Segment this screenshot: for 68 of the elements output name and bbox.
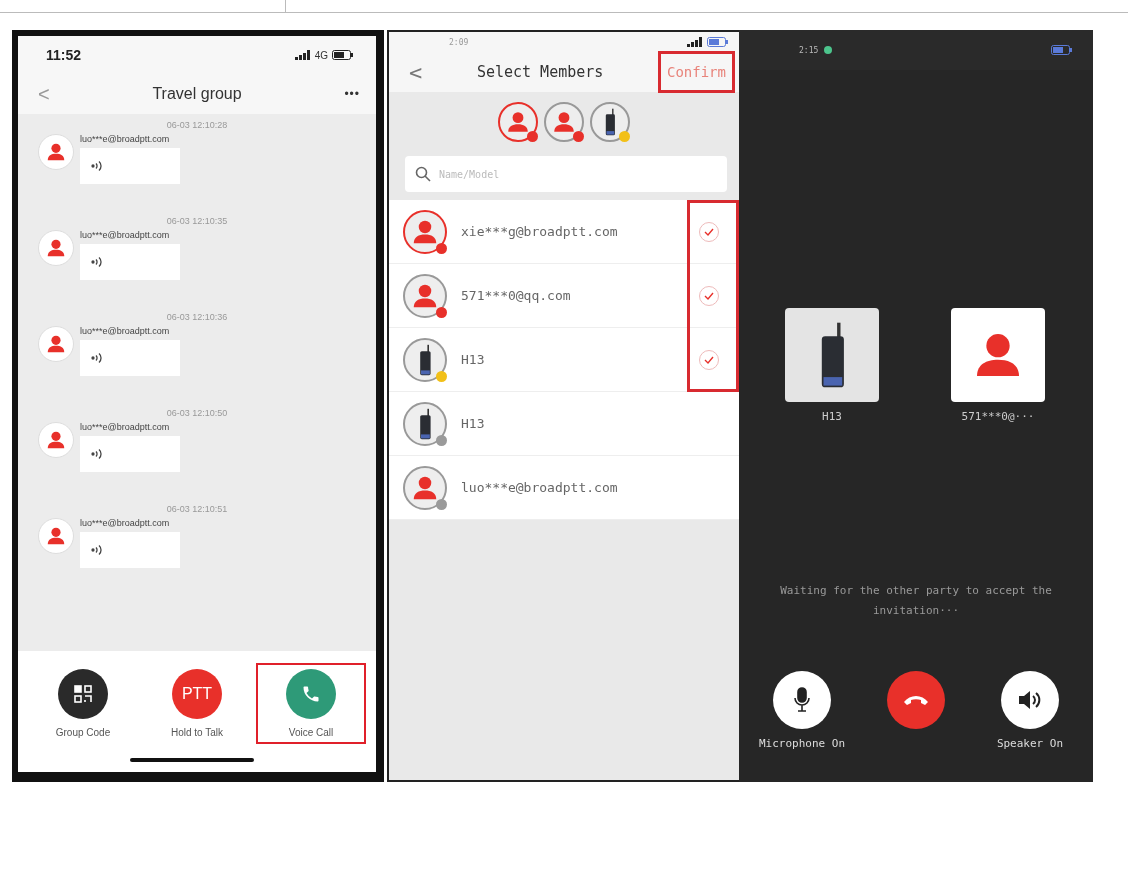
member-row[interactable]: xie***g@broadptt.com	[389, 200, 739, 264]
sound-wave-icon	[90, 447, 104, 461]
message-timestamp: 06-03 12:10:51	[166, 504, 228, 514]
phone-icon	[903, 694, 929, 706]
more-button[interactable]: •••	[344, 87, 360, 101]
action-button[interactable]: Group Code	[28, 663, 138, 744]
person-icon	[45, 333, 67, 355]
chat-title: Travel group	[152, 85, 242, 103]
message-timestamp: 06-03 12:10:36	[166, 312, 228, 322]
member-name: xie***g@broadptt.com	[461, 224, 619, 239]
sound-wave-icon	[90, 159, 104, 173]
sender-name: luo***e@broadptt.com	[80, 518, 171, 528]
person-icon	[45, 525, 67, 547]
person-icon	[45, 429, 67, 451]
sender-name: luo***e@broadptt.com	[80, 326, 171, 336]
selected-avatar[interactable]	[590, 102, 630, 142]
call-status: Waiting for the other party to accept the invitation···	[779, 583, 1053, 619]
speaker-button[interactable]	[1001, 671, 1059, 729]
signal-icon	[294, 50, 311, 60]
radio-icon	[417, 407, 433, 440]
member-row[interactable]: H13	[389, 392, 739, 456]
member-name: H13	[461, 416, 486, 431]
member-row[interactable]: H13	[389, 328, 739, 392]
participant-name: H13	[822, 410, 842, 423]
microphone-icon	[792, 687, 812, 713]
sound-wave-icon	[90, 255, 104, 269]
radio-icon	[417, 343, 433, 376]
action-button[interactable]: Voice Call	[256, 663, 366, 744]
sound-wave-icon	[90, 543, 104, 557]
person-icon	[551, 109, 577, 135]
search-field[interactable]: Name/Model	[405, 156, 727, 192]
status-time: 2:15	[799, 45, 819, 55]
person-icon	[45, 141, 67, 163]
sound-wave-icon	[90, 351, 104, 365]
battery-icon	[1051, 45, 1073, 55]
battery-icon	[332, 50, 354, 60]
member-row[interactable]: 571***0@qq.com	[389, 264, 739, 328]
radio-icon	[603, 108, 617, 136]
control-label: Microphone On	[758, 737, 846, 750]
hang-up-button[interactable]	[887, 671, 945, 729]
person-icon	[45, 237, 67, 259]
member-name: H13	[461, 352, 486, 367]
member-name: 571***0@qq.com	[461, 288, 572, 303]
message-timestamp: 06-03 12:10:50	[166, 408, 228, 418]
battery-icon	[707, 37, 729, 47]
sender-name: luo***e@broadptt.com	[80, 134, 171, 144]
person-icon	[505, 109, 531, 135]
phone-icon	[286, 669, 336, 719]
sender-name: luo***e@broadptt.com	[80, 422, 171, 432]
message-timestamp: 06-03 12:10:28	[166, 120, 228, 130]
microphone-button[interactable]	[773, 671, 831, 729]
status-time: 2:09	[449, 37, 469, 47]
message-timestamp: 06-03 12:10:35	[166, 216, 228, 226]
speaker-icon	[1017, 689, 1043, 711]
status-time: 11:52	[46, 47, 82, 63]
back-button[interactable]: <	[409, 59, 423, 85]
member-row[interactable]: luo***e@broadptt.com	[389, 456, 739, 520]
ptt-badge: PTT	[172, 669, 222, 719]
screen-title: Select Members	[476, 63, 604, 81]
notification-icon	[824, 46, 833, 54]
signal-icon	[687, 37, 703, 47]
member-name: luo***e@broadptt.com	[461, 480, 619, 495]
qr-code-icon	[58, 669, 108, 719]
participant-name: 571***0@···	[961, 410, 1035, 423]
sender-name: luo***e@broadptt.com	[80, 230, 171, 240]
action-button[interactable]: PTT Hold to Talk	[142, 663, 252, 744]
network-label: 4G	[314, 49, 328, 61]
control-label: Speaker On	[996, 737, 1064, 750]
